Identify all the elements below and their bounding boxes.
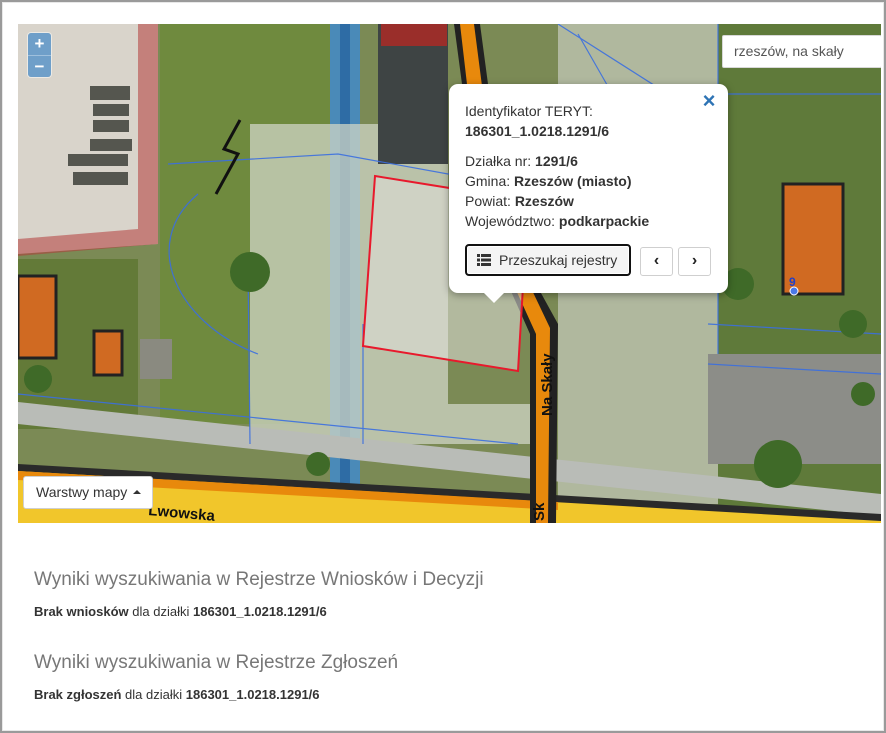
results-id-wnioski: 186301_1.0218.1291/6 bbox=[192, 604, 327, 619]
results-mid-wnioski: dla działki bbox=[132, 604, 190, 619]
results-title-zgloszenia: Wyniki wyszukiwania w Rejestrze Zgłoszeń bbox=[34, 652, 399, 673]
caret-up-icon bbox=[133, 490, 142, 494]
parcel-info-popup: × Identyfikator TERYT: 186301_1.0218.129… bbox=[449, 84, 728, 303]
page-frame: Na Skały Lwowska Sk 9 + − rzeszów, na sk… bbox=[0, 0, 886, 733]
close-icon[interactable]: × bbox=[699, 90, 719, 112]
wojewodztwo-value: podkarpackie bbox=[558, 213, 650, 229]
street-label-na-skaly: Na Skały bbox=[539, 353, 556, 416]
gmina-value: Rzeszów (miasto) bbox=[514, 173, 632, 189]
results-id-zgloszenia: 186301_1.0218.1291/6 bbox=[185, 687, 320, 702]
map-view[interactable]: Na Skały Lwowska Sk 9 + − rzeszów, na sk… bbox=[18, 24, 881, 523]
wojewodztwo-label: Województwo: bbox=[465, 213, 556, 229]
search-registers-label: Przeszukaj rejestry bbox=[499, 252, 618, 268]
results-mid-zgloszenia: dla działki bbox=[125, 687, 183, 702]
teryt-value: 186301_1.0218.1291/6 bbox=[465, 123, 610, 139]
results-title-wnioski: Wyniki wyszukiwania w Rejestrze Wniosków… bbox=[34, 569, 484, 590]
powiat-value: Rzeszów bbox=[514, 193, 574, 209]
powiat-label: Powiat: bbox=[465, 193, 511, 209]
results-line-zgloszenia: Brak zgłoszeń dla działki 186301_1.0218.… bbox=[34, 687, 320, 702]
results-status-zgloszenia: Brak zgłoszeń bbox=[34, 687, 122, 702]
results-line-wnioski: Brak wniosków dla działki 186301_1.0218.… bbox=[34, 604, 327, 619]
dzialka-label: Działka nr: bbox=[465, 153, 532, 169]
zoom-control: + − bbox=[28, 33, 51, 77]
location-search-input[interactable]: rzeszów, na skały bbox=[722, 35, 881, 68]
prev-button[interactable]: ‹ bbox=[640, 247, 673, 276]
zoom-out-button[interactable]: − bbox=[28, 55, 51, 77]
teryt-label: Identyfikator TERYT: bbox=[465, 103, 593, 119]
dzialka-value: 1291/6 bbox=[535, 153, 578, 169]
popup-tip bbox=[483, 292, 505, 303]
chevron-left-icon: ‹ bbox=[653, 252, 660, 269]
zoom-in-button[interactable]: + bbox=[28, 33, 51, 55]
list-icon bbox=[477, 247, 491, 275]
results-status-wnioski: Brak wniosków bbox=[34, 604, 129, 619]
search-registers-button[interactable]: Przeszukaj rejestry bbox=[465, 244, 631, 276]
chevron-right-icon: › bbox=[691, 252, 698, 269]
gmina-label: Gmina: bbox=[465, 173, 511, 189]
next-button[interactable]: › bbox=[678, 247, 711, 276]
street-label-sk: Sk bbox=[531, 502, 548, 521]
map-layers-button[interactable]: Warstwy mapy bbox=[23, 476, 153, 509]
map-layers-label: Warstwy mapy bbox=[36, 484, 128, 500]
